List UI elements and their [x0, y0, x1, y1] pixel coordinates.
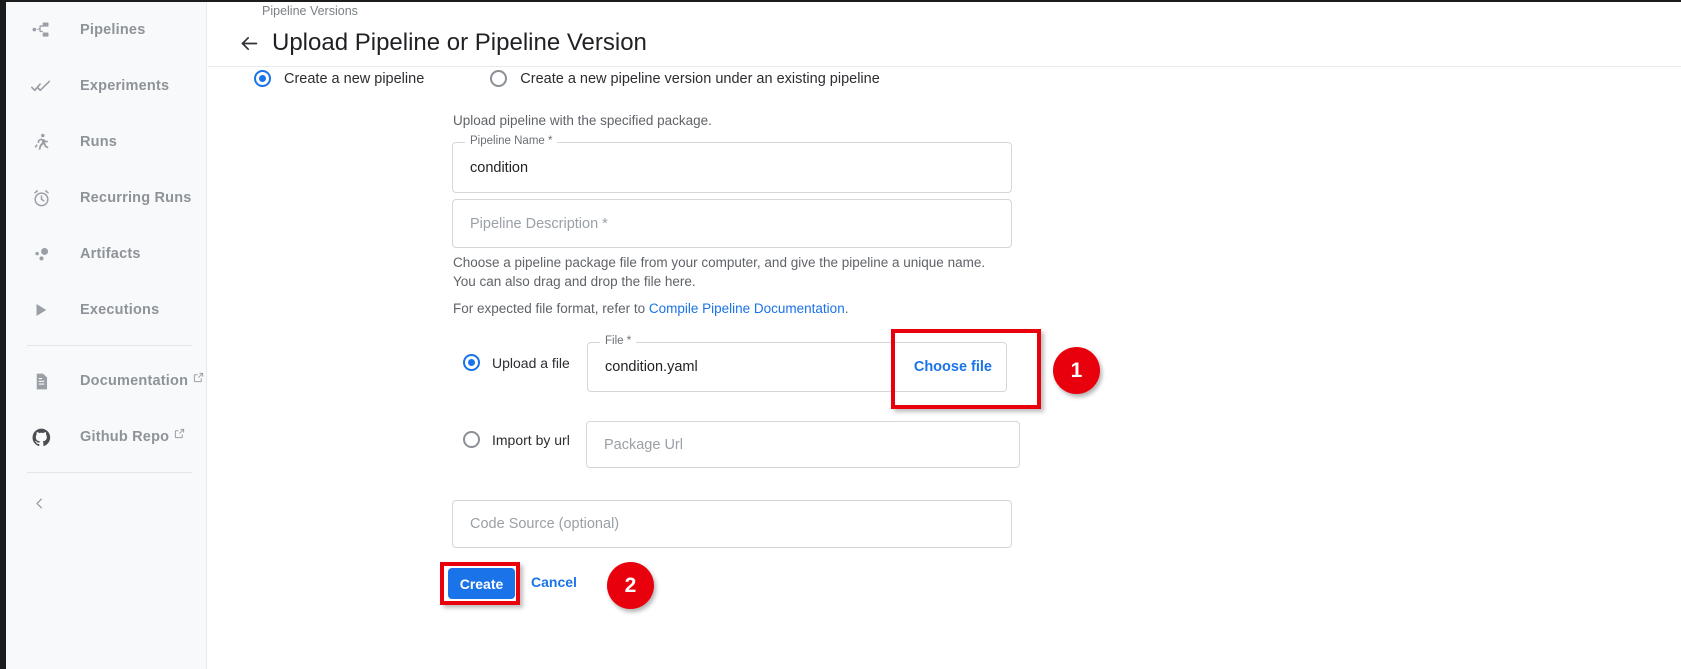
- sidebar-item-label: Pipelines: [80, 22, 146, 38]
- upload-hint-text: Upload pipeline with the specified packa…: [453, 113, 712, 128]
- sidebar-item-artifacts[interactable]: Artifacts: [6, 226, 206, 282]
- artifacts-icon: [28, 241, 54, 267]
- header-divider: [208, 66, 1681, 67]
- pipeline-description-placeholder: Pipeline Description *: [470, 215, 608, 232]
- sidebar-item-executions[interactable]: Executions: [6, 282, 206, 338]
- package-url-placeholder: Package Url: [604, 436, 683, 453]
- sidebar-item-label: Executions: [80, 302, 160, 318]
- radio-label: Create a new pipeline: [284, 70, 425, 87]
- sidebar-item-label: Experiments: [80, 78, 170, 94]
- pipeline-name-value: condition: [470, 159, 529, 176]
- annotation-badge-1: 1: [1053, 347, 1100, 394]
- pipeline-description-field[interactable]: Pipeline Description *: [452, 199, 1012, 248]
- radio-import-by-url[interactable]: Import by url: [463, 431, 570, 448]
- compile-pipeline-documentation-link[interactable]: Compile Pipeline Documentation: [649, 301, 845, 316]
- page-title: Upload Pipeline or Pipeline Version: [272, 29, 647, 56]
- cancel-button[interactable]: Cancel: [531, 574, 577, 590]
- format-hint: For expected file format, refer to Compi…: [453, 301, 848, 316]
- radio-label: Import by url: [492, 431, 570, 448]
- radio-label: Create a new pipeline version under an e…: [520, 70, 880, 87]
- page-header: Upload Pipeline or Pipeline Version: [236, 29, 647, 57]
- sidebar-item-github-repo[interactable]: Github Repo: [6, 409, 206, 465]
- file-field[interactable]: File * condition.yaml Choose file: [587, 335, 1007, 392]
- radio-indicator-selected: [254, 70, 271, 87]
- chevron-left-icon: [32, 496, 47, 516]
- format-hint-suffix: .: [844, 301, 849, 316]
- arrow-left-icon[interactable]: [236, 30, 262, 56]
- sidebar-item-pipelines[interactable]: Pipelines: [6, 2, 206, 58]
- radio-create-new-version[interactable]: Create a new pipeline version under an e…: [490, 70, 880, 87]
- sidebar: Pipelines Experiments Runs Recurring Run…: [6, 2, 207, 669]
- external-link-icon: [193, 372, 204, 383]
- sidebar-item-label: Documentation: [80, 373, 189, 389]
- sidebar-divider-top: [27, 345, 192, 346]
- pipelines-icon: [28, 17, 54, 43]
- package-url-field[interactable]: Package Url: [586, 421, 1020, 468]
- format-hint-prefix: For expected file format, refer to: [453, 301, 649, 316]
- file-legend: File *: [600, 335, 637, 347]
- runs-icon: [28, 129, 54, 155]
- create-button[interactable]: Create: [448, 568, 515, 599]
- code-source-field[interactable]: Code Source (optional): [452, 500, 1012, 548]
- radio-indicator: [490, 70, 508, 87]
- radio-upload-a-file[interactable]: Upload a file: [463, 354, 570, 371]
- choose-hint-line2: You can also drag and drop the file here…: [453, 274, 696, 289]
- app-root: Pipelines Experiments Runs Recurring Run…: [0, 0, 1681, 669]
- external-link-icon: [174, 428, 185, 439]
- choose-file-button[interactable]: Choose file: [914, 359, 992, 375]
- recurring-runs-icon: [28, 185, 54, 211]
- sidebar-item-label: Artifacts: [80, 246, 141, 262]
- sidebar-item-label: Recurring Runs: [80, 190, 192, 206]
- pipeline-name-legend: Pipeline Name *: [465, 135, 558, 147]
- sidebar-item-recurring-runs[interactable]: Recurring Runs: [6, 170, 206, 226]
- radio-create-new-pipeline[interactable]: Create a new pipeline: [254, 70, 424, 87]
- breadcrumb[interactable]: Pipeline Versions: [262, 4, 358, 18]
- sidebar-item-label: Github Repo: [80, 429, 170, 445]
- sidebar-divider-bottom: [27, 472, 192, 473]
- choose-hint-line1: Choose a pipeline package file from your…: [453, 255, 986, 270]
- pipeline-name-field[interactable]: Pipeline Name * condition: [452, 135, 1012, 193]
- annotation-badge-2: 2: [607, 562, 654, 609]
- radio-label: Upload a file: [492, 354, 570, 371]
- radio-indicator: [463, 431, 480, 448]
- main-content: Pipeline Versions Upload Pipeline or Pip…: [208, 2, 1681, 669]
- experiments-icon: [28, 73, 54, 99]
- pipeline-mode-radio-group: Create a new pipeline Create a new pipel…: [254, 70, 880, 87]
- sidebar-item-runs[interactable]: Runs: [6, 114, 206, 170]
- radio-indicator-selected: [463, 354, 480, 371]
- file-value: condition.yaml: [605, 359, 698, 375]
- executions-icon: [28, 297, 54, 323]
- document-icon: [28, 368, 54, 394]
- code-source-placeholder: Code Source (optional): [470, 516, 620, 532]
- sidebar-collapse-button[interactable]: [6, 480, 206, 532]
- sidebar-item-documentation[interactable]: Documentation: [6, 353, 206, 409]
- github-icon: [28, 424, 54, 450]
- sidebar-item-label: Runs: [80, 134, 118, 150]
- sidebar-item-experiments[interactable]: Experiments: [6, 58, 206, 114]
